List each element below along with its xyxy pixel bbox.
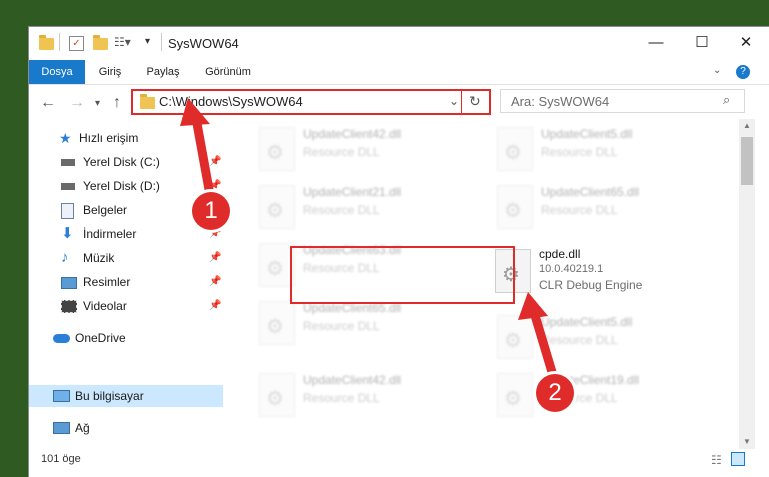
arrow-1-shaft bbox=[191, 117, 215, 196]
arrow-1-head bbox=[180, 98, 210, 126]
arrow-2-head bbox=[518, 292, 548, 320]
step-2-badge: 2 bbox=[536, 374, 574, 412]
step-1-badge: 1 bbox=[192, 192, 230, 230]
annotation-arrows bbox=[180, 98, 560, 384]
arrow-2-shaft bbox=[529, 310, 560, 384]
